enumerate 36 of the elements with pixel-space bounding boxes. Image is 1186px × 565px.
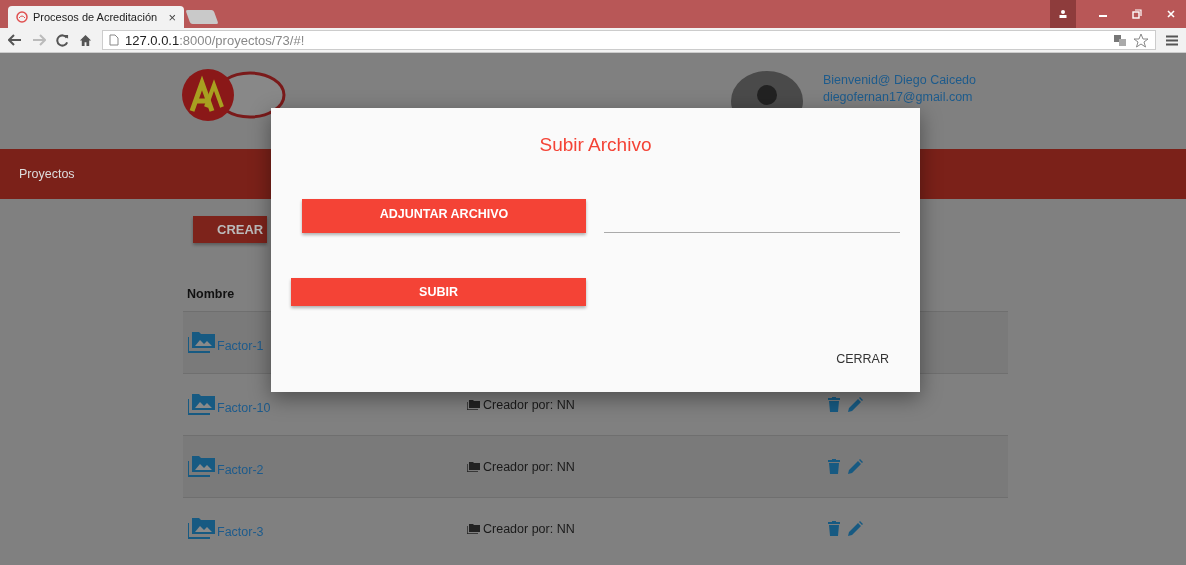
attach-file-button[interactable]: ADJUNTAR ARCHIVO	[302, 199, 586, 233]
edit-icon[interactable]	[848, 397, 863, 412]
new-tab-button[interactable]	[185, 10, 219, 24]
restore-icon[interactable]	[1132, 9, 1142, 19]
address-bar[interactable]: 127.0.0.1:8000/proyectos/73/#!	[102, 30, 1156, 50]
tab-close-button[interactable]: ×	[168, 9, 176, 25]
reload-icon[interactable]	[56, 33, 69, 47]
user-icon[interactable]	[1050, 0, 1076, 28]
delete-icon[interactable]	[828, 459, 840, 474]
tab-title: Procesos de Acreditación	[33, 11, 159, 23]
creator-text: Creador por: NN	[483, 521, 575, 536]
home-icon[interactable]	[79, 33, 92, 47]
upload-button[interactable]: SUBIR	[291, 278, 586, 306]
star-icon[interactable]	[1133, 32, 1149, 48]
forward-icon[interactable]	[32, 34, 46, 46]
back-icon[interactable]	[8, 34, 22, 46]
logo-icon	[16, 11, 28, 23]
close-icon[interactable]	[1166, 9, 1176, 19]
column-header: Nombre	[187, 287, 235, 301]
url-text: 127.0.0.1:8000/proyectos/73/#!	[125, 32, 305, 48]
user-email: diegofernan17@gmail.com	[822, 90, 974, 104]
create-button[interactable]: CREAR	[193, 216, 268, 243]
menu-icon[interactable]	[1166, 34, 1178, 46]
delete-icon[interactable]	[828, 521, 840, 536]
creator-text: Creador por: NN	[483, 397, 575, 412]
delete-icon[interactable]	[828, 397, 840, 412]
nav-link[interactable]: Proyectos	[19, 167, 75, 181]
welcome-text: Bienvenid@ Diego Caicedo	[822, 73, 976, 87]
close-dialog-button[interactable]: CERRAR	[825, 348, 900, 370]
creator-text: Creador por: NN	[483, 459, 575, 474]
browser-tab[interactable]: Procesos de Acreditación ×	[8, 6, 184, 28]
edit-icon[interactable]	[848, 521, 863, 536]
translate-icon[interactable]	[1114, 34, 1127, 46]
page-icon	[109, 34, 119, 46]
dialog-title: Subir Archivo	[538, 134, 653, 156]
edit-icon[interactable]	[848, 459, 863, 474]
